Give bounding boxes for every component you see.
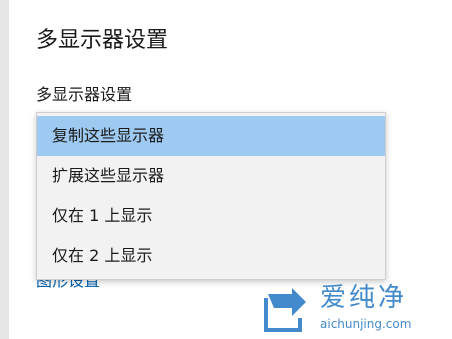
multi-display-dropdown-list[interactable]: 复制这些显示器 扩展这些显示器 仅在 1 上显示 仅在 2 上显示 <box>36 112 386 280</box>
option-show-only-on-1[interactable]: 仅在 1 上显示 <box>37 196 385 236</box>
option-extend-displays[interactable]: 扩展这些显示器 <box>37 156 385 196</box>
watermark-domain: aichunjing.com <box>320 317 412 331</box>
site-watermark: 爱纯净 aichunjing.com <box>262 282 448 336</box>
option-duplicate-displays[interactable]: 复制这些显示器 <box>37 116 385 156</box>
left-nav-edge <box>0 0 9 339</box>
multi-display-label: 多显示器设置 <box>36 85 133 104</box>
watermark-logo-icon <box>264 288 306 332</box>
option-show-only-on-2[interactable]: 仅在 2 上显示 <box>37 236 385 276</box>
watermark-text: 爱纯净 <box>320 283 408 313</box>
page-title: 多显示器设置 <box>36 28 169 53</box>
